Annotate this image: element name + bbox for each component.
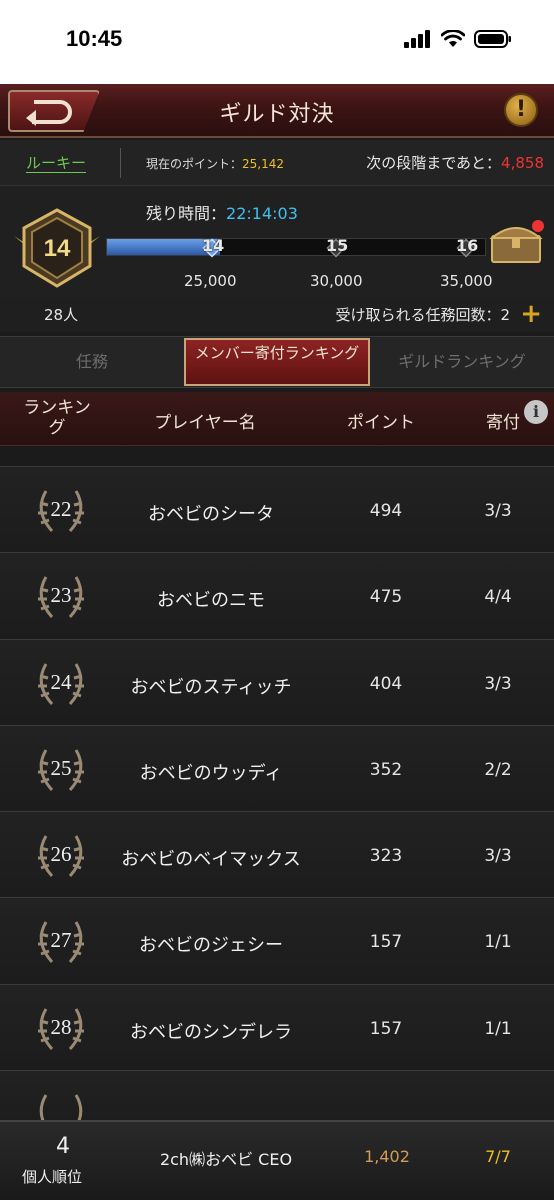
rank-number: 22 — [50, 497, 72, 521]
table-row[interactable]: 24 おベビのスティッチ 404 3/3 — [0, 638, 554, 725]
header-rank: ランキング — [23, 398, 91, 438]
table-row[interactable]: 26 おベビのベイマックス 323 3/3 — [0, 811, 554, 898]
player-donation: 3/3 — [484, 846, 512, 867]
members-row: 28人 受け取られる任務回数：2 + — [0, 298, 554, 332]
player-name: おベビのスティッチ — [130, 676, 292, 698]
my-donation: 7/7 — [485, 1147, 511, 1166]
header-donation: 寄付 — [486, 413, 520, 433]
status-bar: 10:45 — [0, 0, 554, 84]
tab-missions[interactable]: 任務 — [0, 337, 184, 389]
milestone-level: 15 — [326, 236, 349, 255]
divider — [120, 148, 121, 178]
milestone-points: 35,000 — [440, 272, 493, 290]
tab-guild-ranking[interactable]: ギルドランキング — [370, 337, 554, 389]
remaining-time-value: 22:14:03 — [226, 204, 298, 223]
rank-number: 25 — [50, 755, 72, 780]
page-title: ギルド対決 — [219, 102, 335, 127]
table-row[interactable]: 22 おベビのシータ 494 3/3 — [0, 466, 554, 553]
next-stage-value: 4,858 — [501, 154, 544, 172]
my-rank-number: 4 — [56, 1134, 70, 1159]
emblem-level: 14 — [44, 235, 71, 262]
rank-number: 24 — [50, 669, 72, 694]
player-donation: 1/1 — [484, 1018, 512, 1039]
player-donation: 1/1 — [484, 932, 512, 953]
player-name: おベビのジェシー — [139, 935, 283, 957]
status-time: 10:45 — [66, 26, 123, 51]
tab-member-donation-ranking[interactable]: メンバー寄付ランキング — [184, 338, 370, 386]
table-row[interactable]: 27 おベビのジェシー 157 1/1 — [0, 897, 554, 984]
player-points: 352 — [369, 759, 403, 780]
player-donation: 4/4 — [484, 587, 512, 608]
player-donation: 3/3 — [484, 501, 512, 521]
player-points: 475 — [369, 587, 403, 608]
my-rank-footer: 4 個人順位 2ch㈱おベビ CEO 1,402 7/7 — [0, 1120, 554, 1200]
player-donation: 2/2 — [484, 759, 512, 780]
player-name: おベビのニモ — [157, 590, 265, 612]
player-name: おベビのシータ — [148, 504, 274, 525]
info-icon[interactable]: i — [524, 400, 548, 424]
player-name: おベビのウッディ — [139, 762, 283, 784]
status-icons — [404, 30, 512, 48]
progress-bar — [106, 238, 486, 256]
table-row[interactable]: 28 おベビのシンデレラ 157 1/1 — [0, 983, 554, 1071]
player-points: 404 — [369, 673, 403, 694]
add-missions-button[interactable]: + — [520, 301, 542, 327]
tier-link[interactable]: ルーキー — [26, 152, 86, 173]
table-row[interactable]: 23 おベビのニモ 475 4/4 — [0, 552, 554, 639]
table-row[interactable]: 25 おベビのウッディ 352 2/2 — [0, 724, 554, 812]
milestone-points: 25,000 — [184, 272, 237, 290]
player-points: 494 — [369, 501, 403, 521]
battery-icon — [474, 30, 511, 48]
current-points-label: 現在のポイント： — [146, 157, 243, 171]
title-bar: ギルド対決 ! — [0, 84, 554, 138]
rank-number: 27 — [50, 928, 72, 953]
wifi-icon — [441, 30, 465, 47]
player-points: 157 — [369, 932, 403, 953]
treasure-chest-icon[interactable] — [488, 216, 546, 266]
milestone-points: 30,000 — [310, 272, 363, 290]
remaining-time: 残り時間：22:14:03 — [146, 200, 298, 224]
game-screen: ギルド対決 ! ルーキー 現在のポイント：25,142 次の段階まであと：4,8… — [0, 84, 554, 1200]
header-player-name: プレイヤー名 — [154, 413, 256, 433]
header-points: ポイント — [347, 413, 415, 433]
my-rank-label: 個人順位 — [22, 1168, 83, 1186]
player-points: 157 — [369, 1018, 403, 1039]
next-stage-points: 次の段階まであと：4,858 — [366, 152, 544, 173]
tab-bar: 任務 メンバー寄付ランキング ギルドランキング — [0, 336, 554, 388]
next-stage-label: 次の段階まであと： — [366, 154, 502, 172]
milestone-level: 16 — [456, 236, 479, 255]
milestone-level: 14 — [202, 236, 225, 255]
current-points: 現在のポイント：25,142 — [146, 155, 284, 172]
ranking-list[interactable]: 22 おベビのシータ 494 3/3 23 おベビのニモ 475 4/4 24 … — [0, 466, 554, 1131]
my-player-name: 2ch㈱おベビ CEO — [159, 1150, 293, 1169]
rank-number: 26 — [50, 842, 72, 867]
receivable-missions: 受け取られる任務回数：2 — [335, 306, 510, 324]
points-row: ルーキー 現在のポイント：25,142 次の段階まであと：4,858 — [0, 140, 554, 186]
table-header: ランキング プレイヤー名 ポイント 寄付 i — [0, 392, 554, 446]
help-button[interactable]: ! — [504, 93, 538, 127]
my-points: 1,402 — [364, 1147, 410, 1166]
member-count: 28人 — [44, 306, 79, 324]
level-emblem-icon: 14 — [14, 208, 100, 288]
rank-number: 23 — [50, 583, 72, 608]
current-points-value: 25,142 — [242, 157, 285, 171]
rank-number: 28 — [50, 1014, 72, 1039]
remaining-time-label: 残り時間： — [146, 204, 227, 223]
signal-icon — [404, 30, 430, 48]
player-points: 323 — [369, 846, 403, 867]
progress-area: 残り時間：22:14:03 14 14 25,000 15 30,000 16 … — [0, 186, 554, 298]
exclamation-icon: ! — [515, 97, 527, 122]
player-donation: 3/3 — [484, 673, 512, 694]
player-name: おベビのシンデレラ — [130, 1021, 292, 1043]
player-name: おベビのベイマックス — [121, 849, 301, 871]
